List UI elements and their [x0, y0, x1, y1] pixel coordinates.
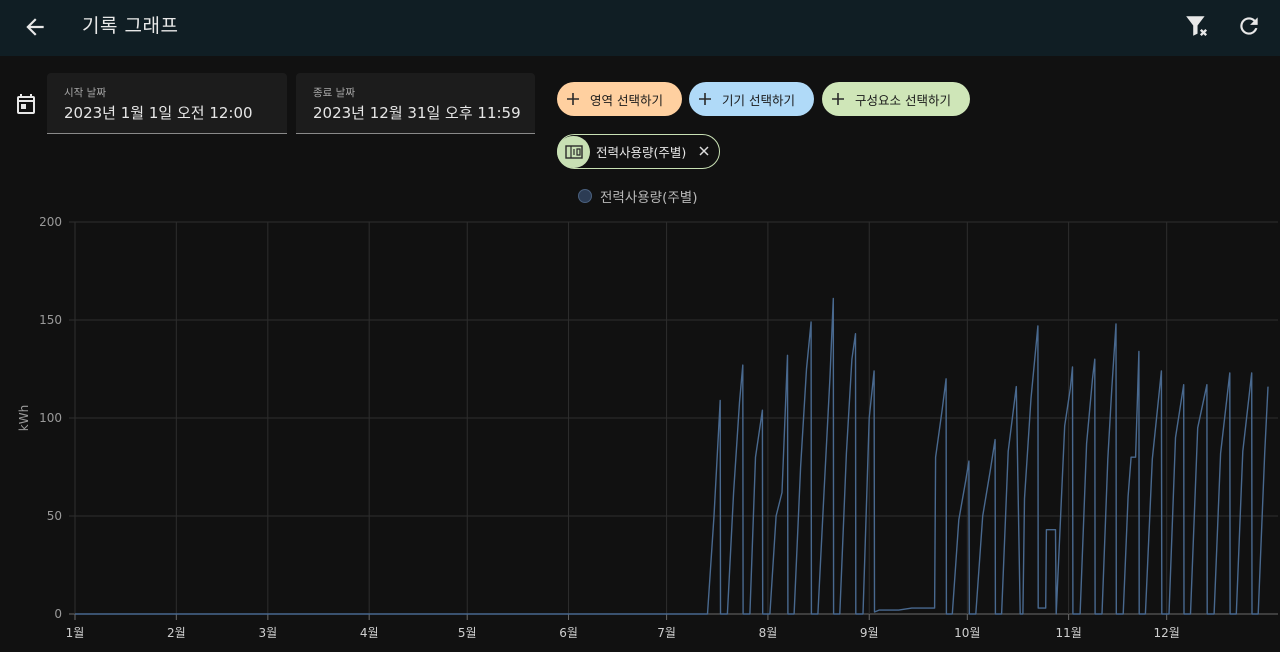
legend-label: 전력사용량(주별)	[600, 190, 698, 206]
y-tick-label: 50	[47, 509, 62, 523]
x-tick-label: 12월	[1154, 626, 1180, 640]
y-tick-label: 0	[54, 607, 62, 621]
legend-swatch	[578, 189, 592, 203]
selected-entity-label: 전력사용량(주별)	[596, 145, 687, 160]
x-tick-label: 2월	[167, 626, 186, 640]
plus-icon	[567, 93, 579, 105]
x-tick-label: 6월	[559, 626, 578, 640]
x-tick-label: 4월	[360, 626, 379, 640]
end-date-value: 2023년 12월 31일 오후 11:59	[313, 104, 521, 122]
refresh-icon[interactable]	[1236, 13, 1262, 39]
x-tick-label: 7월	[657, 626, 676, 640]
start-date-value: 2023년 1월 1일 오전 12:00	[64, 104, 253, 122]
x-tick-label: 11월	[1055, 626, 1081, 640]
calendar-icon[interactable]	[14, 92, 38, 116]
filter-remove-icon[interactable]	[1184, 13, 1210, 39]
close-icon[interactable]	[697, 144, 711, 158]
page-title: 기록 그래프	[82, 15, 179, 37]
app-toolbar: 기록 그래프	[0, 0, 1280, 56]
x-tick-label: 1월	[66, 626, 85, 640]
add-device-label: 기기 선택하기	[722, 92, 795, 108]
x-tick-label: 9월	[860, 626, 879, 640]
arrow-back-icon[interactable]	[22, 14, 48, 40]
x-tick-label: 10월	[954, 626, 980, 640]
start-date-field[interactable]: 시작 날짜 2023년 1월 1일 오전 12:00	[47, 73, 287, 134]
add-area-button[interactable]: 영역 선택하기	[557, 82, 682, 116]
x-tick-label: 5월	[458, 626, 477, 640]
end-date-field[interactable]: 종료 날짜 2023년 12월 31일 오후 11:59	[296, 73, 535, 134]
end-date-label: 종료 날짜	[313, 87, 355, 99]
y-tick-label: 100	[39, 411, 62, 425]
history-chart: 0 50 100 150 200 1월 2월 3월 4월 5월 6월 7월 8월 9월 10월 11월 12월 k…	[17, 215, 1278, 640]
counter-icon	[557, 135, 590, 168]
add-entity-button[interactable]: 구성요소 선택하기	[822, 82, 970, 116]
chart-legend-item[interactable]: 전력사용량(주별)	[578, 186, 697, 206]
x-tick-label: 8월	[759, 626, 778, 640]
add-entity-label: 구성요소 선택하기	[855, 92, 951, 108]
y-tick-label: 150	[39, 313, 62, 327]
y-axis-title: kWh	[17, 405, 31, 431]
add-area-label: 영역 선택하기	[590, 92, 663, 108]
plus-icon	[699, 93, 711, 105]
y-tick-label: 200	[39, 215, 62, 229]
add-device-button[interactable]: 기기 선택하기	[689, 82, 814, 116]
series-line	[75, 297, 1269, 615]
plus-icon	[832, 93, 844, 105]
x-tick-label: 3월	[258, 626, 277, 640]
start-date-label: 시작 날짜	[64, 87, 106, 99]
selected-entity-chip[interactable]: 전력사용량(주별)	[557, 134, 720, 169]
